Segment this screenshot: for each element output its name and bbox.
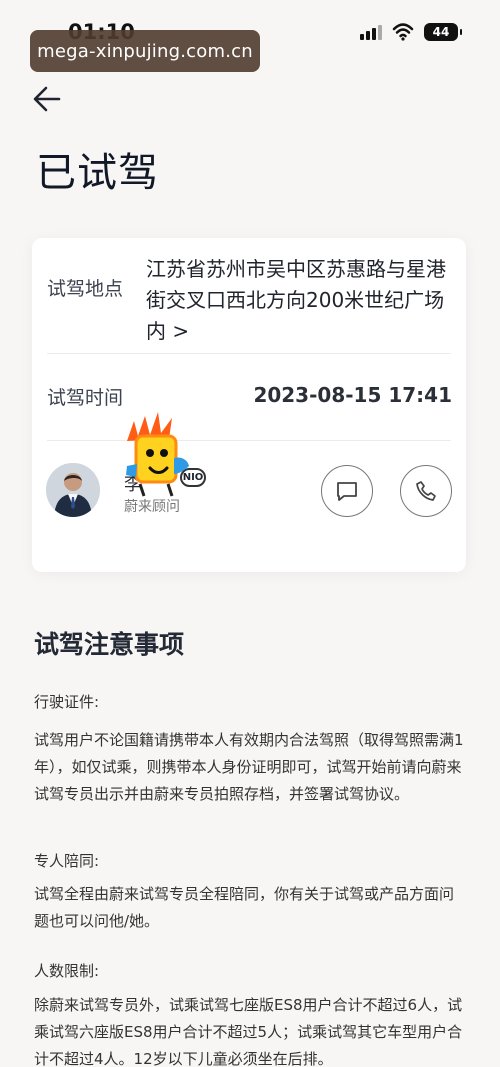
test-drive-time: 2023-08-15 17:41	[253, 383, 452, 407]
divider	[47, 440, 451, 441]
chat-bubble-icon	[337, 482, 357, 501]
wifi-icon	[392, 23, 414, 41]
time-label: 试驾时间	[47, 387, 124, 409]
battery-icon: 44	[424, 23, 462, 41]
location-label: 试驾地点	[47, 278, 124, 300]
watermark: mega-xinpujing.com.cn	[30, 30, 260, 72]
advisor-avatar[interactable]	[46, 463, 100, 517]
sticker-overlay	[122, 408, 194, 498]
phone-icon	[416, 481, 436, 501]
section-label: 专人陪同:	[34, 852, 100, 870]
test-drive-card: 试驾地点 江苏省苏州市吴中区苏惠路与星港街交叉口西北方向200米世纪广场内 > …	[32, 238, 466, 572]
section-paragraph: 除蔚来试驾专员外，试乘试驾七座版ES8用户合计不超过6人，试乘试驾六座版ES8用…	[34, 996, 463, 1067]
signal-icon	[360, 24, 382, 40]
section-label: 人数限制:	[34, 962, 100, 980]
phone-button[interactable]	[400, 465, 452, 517]
chat-button[interactable]	[321, 465, 373, 517]
location-link[interactable]: 江苏省苏州市吴中区苏惠路与星港街交叉口西北方向200米世纪广场内 >	[146, 254, 446, 347]
back-button[interactable]	[28, 82, 66, 116]
status-icons: 44	[360, 23, 462, 41]
section-label: 行驶证件:	[34, 693, 100, 711]
page-title: 已试驾	[36, 150, 159, 196]
section-paragraph: 试驾全程由蔚来试驾专员全程陪同，你有关于试驾或产品方面问题也可以问他/她。	[34, 885, 455, 930]
section-paragraph: 试驾用户不论国籍请携带本人有效期内合法驾照（取得驾照需满1年），如仅试乘，则携带…	[34, 731, 464, 803]
arrow-left-icon	[33, 86, 61, 112]
divider	[47, 353, 451, 354]
advisor-role: 蔚来顾问	[124, 499, 180, 515]
notes-title: 试驾注意事项	[34, 630, 185, 659]
